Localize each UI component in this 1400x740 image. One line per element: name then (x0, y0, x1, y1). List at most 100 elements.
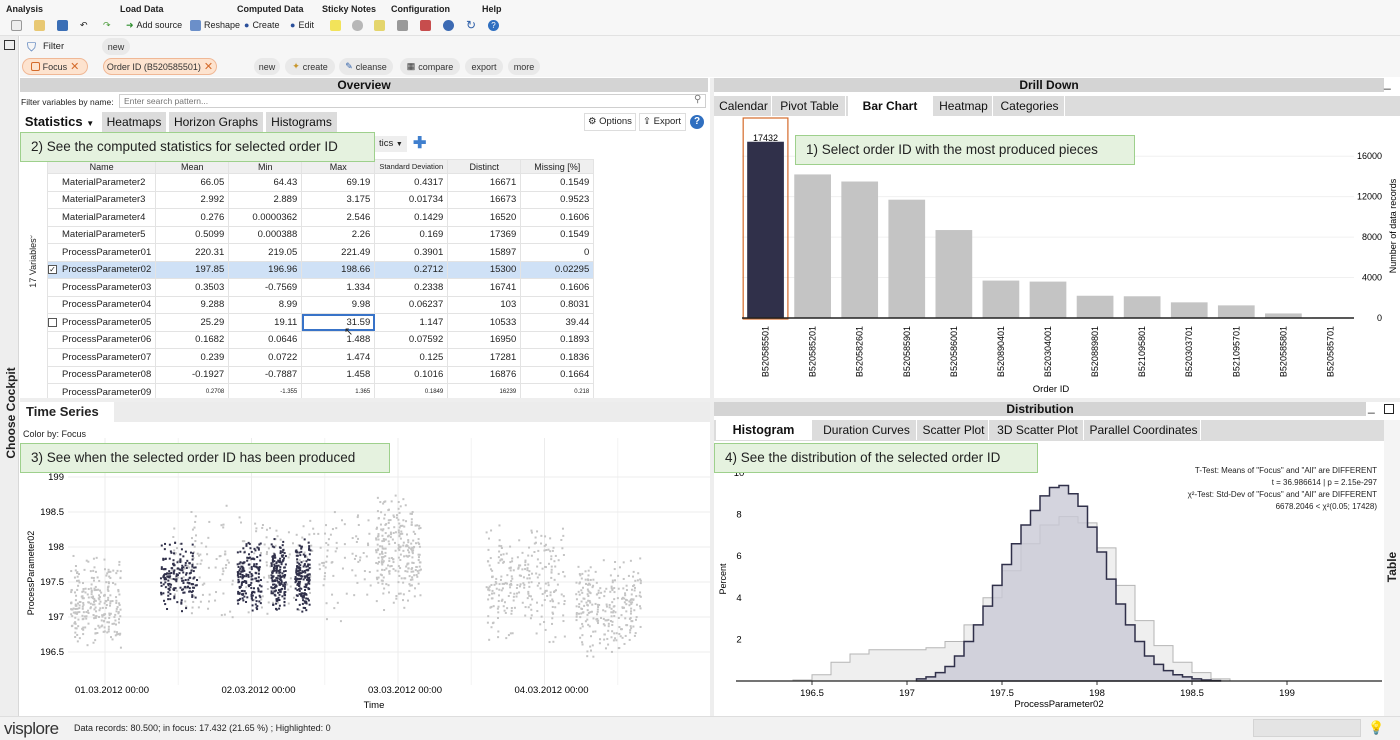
help-icon[interactable]: ? (690, 115, 704, 129)
new-file-icon[interactable] (11, 18, 22, 32)
variable-search-input[interactable] (119, 94, 706, 108)
save-icon[interactable] (57, 18, 68, 32)
focus-point (296, 554, 299, 557)
export-action[interactable]: export (465, 58, 503, 75)
tab-heatmap[interactable]: Heatmap (935, 96, 993, 116)
menu-load-data[interactable]: Load Data (120, 4, 164, 14)
tab-calendar[interactable]: Calendar (716, 96, 772, 116)
undo-icon[interactable]: ↶ (80, 18, 88, 32)
maximize-icon[interactable] (1384, 404, 1394, 414)
add-statistic-icon[interactable]: ✚ (413, 133, 426, 153)
column-header[interactable]: Standard Deviation (374, 159, 449, 174)
table-cell: 0.2712 (374, 260, 449, 279)
minimize-icon[interactable]: _ (1384, 76, 1391, 90)
table-row[interactable]: ProcessParameter03 0.3503 -0.7569 1.334 0.23… (46, 278, 595, 297)
focus-point (308, 573, 311, 576)
database-icon[interactable] (352, 18, 363, 32)
table-side-tab[interactable]: Table (1384, 420, 1400, 716)
options-button[interactable]: ⚙ Options (584, 113, 636, 131)
variables-side-tab[interactable]: 17 Variables (26, 230, 40, 300)
refresh-icon[interactable]: ↻ (466, 18, 476, 32)
close-icon[interactable]: ✕ (70, 60, 79, 73)
table-row[interactable]: MaterialParameter2 66.05 64.43 69.19 0.4317 1… (46, 173, 595, 192)
data-point (231, 579, 234, 582)
data-point (399, 545, 402, 548)
expand-icon[interactable]: › (30, 232, 33, 241)
data-point (104, 599, 107, 602)
open-folder-icon[interactable] (34, 18, 45, 32)
tab-categories[interactable]: Categories (995, 96, 1065, 116)
window-toggle-icon[interactable] (4, 40, 15, 50)
tab-horizon-graphs[interactable]: Horizon Graphs (169, 112, 264, 132)
table-row[interactable]: MaterialParameter4 0.276 0.0000362 2.546 0.1… (46, 208, 595, 227)
splitter-vertical[interactable] (710, 78, 714, 716)
table-row[interactable]: ProcessParameter04 9.288 8.99 9.98 0.06237 10… (46, 295, 595, 314)
data-point (524, 568, 527, 571)
table-cell: ProcessParameter06 (46, 330, 157, 349)
focus-point (303, 575, 306, 578)
lightbulb-icon[interactable]: 💡 (1368, 720, 1384, 736)
import-icon[interactable] (420, 18, 431, 32)
data-point (630, 627, 633, 630)
list-icon[interactable] (397, 18, 408, 32)
splitter-horizontal[interactable] (20, 398, 1400, 402)
tab-bar-chart[interactable]: Bar Chart (848, 96, 933, 116)
data-point (618, 566, 621, 569)
table-cell: ProcessParameter05 (46, 313, 157, 332)
tab-heatmaps[interactable]: Heatmaps (102, 112, 167, 132)
tab-scatter-plot[interactable]: Scatter Plot (919, 420, 989, 440)
order-id-chip[interactable]: Order ID (B520585501) ✕ (103, 58, 217, 75)
column-header[interactable]: Distinct (447, 159, 522, 174)
tab-histograms[interactable]: Histograms (266, 112, 338, 132)
data-point (390, 500, 393, 503)
close-icon[interactable]: ✕ (204, 60, 213, 73)
edit-button[interactable]: ● Edit (290, 18, 314, 32)
data-point (89, 606, 92, 609)
menu-configuration[interactable]: Configuration (391, 4, 450, 14)
menu-sticky-notes[interactable]: Sticky Notes (322, 4, 376, 14)
tab-parallel-coordinates[interactable]: Parallel Coordinates (1087, 420, 1201, 440)
export-button[interactable]: ⇪ Export (639, 113, 686, 131)
layout-icon[interactable] (374, 18, 385, 32)
tab-statistics[interactable]: Statistics ▼ (20, 112, 100, 132)
sticky-note-icon[interactable] (330, 18, 341, 32)
focus-chip[interactable]: Focus ✕ (22, 58, 88, 75)
data-point (500, 553, 503, 556)
table-row[interactable]: MaterialParameter5 0.5099 0.000388 2.26 0.16… (46, 225, 595, 244)
tab-3d-scatter-plot[interactable]: 3D Scatter Plot (992, 420, 1084, 440)
table-row[interactable]: MaterialParameter3 2.992 2.889 3.175 0.01734… (46, 190, 595, 209)
filter-new-chip[interactable]: new (102, 38, 130, 55)
table-row[interactable]: ProcessParameter07 0.239 0.0722 1.474 0.125 1… (46, 348, 595, 367)
row-checkbox-checked[interactable]: ✓ (48, 265, 57, 274)
reshape-button[interactable]: Reshape (190, 18, 240, 32)
table-row[interactable]: ProcessParameter08 -0.1927 -0.7887 1.458 0.1… (46, 365, 595, 384)
bar (1123, 296, 1161, 318)
create-button[interactable]: ● Create (244, 18, 279, 32)
tab-histogram[interactable]: Histogram (716, 420, 812, 440)
minimize-icon[interactable]: _ (1368, 400, 1375, 414)
column-header[interactable]: Missing [%] (520, 159, 595, 174)
table-cell: 197.85 (155, 260, 230, 279)
tab-duration-curves[interactable]: Duration Curves (817, 420, 917, 440)
choose-cockpit-label[interactable]: Choose Cockpit (4, 358, 18, 468)
add-source-button[interactable]: ➜ Add source (126, 18, 182, 32)
table-row[interactable]: ProcessParameter02 197.85 196.96 198.66 0.27… (46, 260, 595, 279)
cleanse-action[interactable]: ✎ cleanse (339, 58, 393, 75)
menu-help[interactable]: Help (482, 4, 502, 14)
redo-icon[interactable]: ↷ (103, 18, 111, 32)
statistics-dropdown[interactable]: tics ▼ (375, 136, 407, 152)
create-action[interactable]: ✦ create (285, 58, 335, 75)
row-checkbox[interactable] (48, 318, 57, 327)
table-row[interactable]: ProcessParameter01 220.31 219.05 221.49 0.39… (46, 243, 595, 262)
more-action[interactable]: more (508, 58, 540, 75)
menu-computed-data[interactable]: Computed Data (237, 4, 304, 14)
tab-pivot-table[interactable]: Pivot Table (774, 96, 846, 116)
compare-action[interactable]: ▦ compare (400, 58, 460, 75)
new-action[interactable]: new (254, 58, 280, 75)
settings-icon[interactable] (443, 18, 454, 32)
table-row[interactable]: ProcessParameter06 0.1682 0.0646 1.488 0.075… (46, 330, 595, 349)
table-row[interactable]: ProcessParameter05 25.29 19.11 31.59 1.147 10… (46, 313, 595, 332)
data-point (618, 647, 621, 650)
menu-analysis[interactable]: Analysis (6, 4, 43, 14)
help-icon[interactable]: ? (488, 18, 499, 32)
